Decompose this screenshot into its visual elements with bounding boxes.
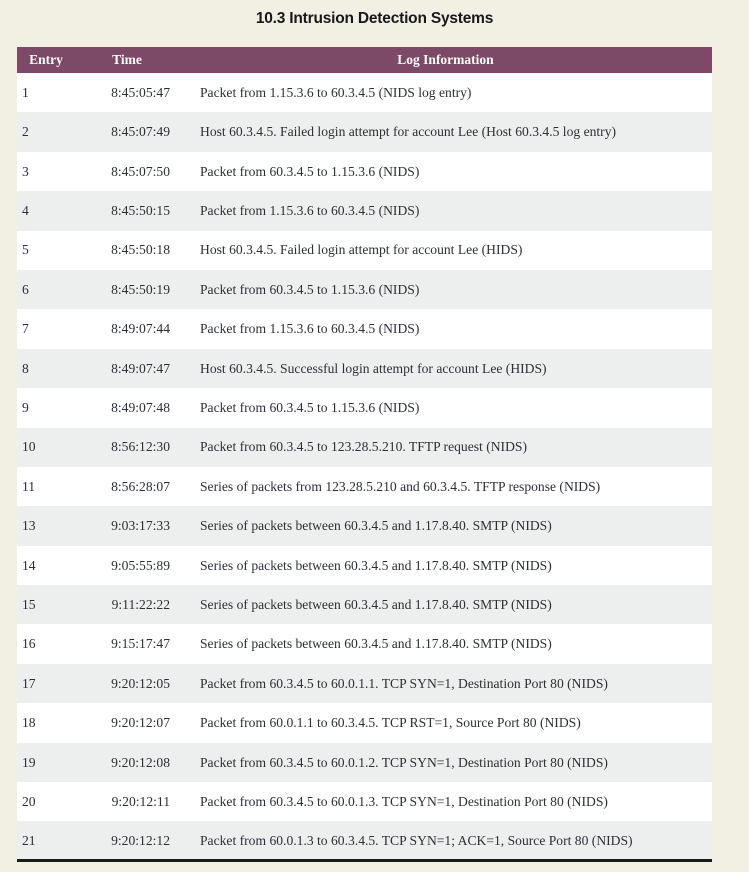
cell-entry: 2 — [22, 124, 29, 140]
table-row[interactable]: 20 9:20:12:11 Packet from 60.3.4.5 to 60.0… — [17, 782, 712, 822]
cell-entry: 8 — [22, 360, 29, 376]
cell-entry: 6 — [22, 281, 29, 297]
cell-log-information: Host 60.3.4.5. Failed login attempt for … — [200, 124, 617, 140]
cell-entry: 16 — [22, 636, 36, 652]
cell-entry: 13 — [22, 518, 36, 534]
table-row[interactable]: 19 9:20:12:08 Packet from 60.3.4.5 to 60.0… — [17, 742, 712, 783]
table-row[interactable]: 14 9:05:55:89 Series of packets between 60… — [17, 545, 712, 586]
page-title: 10.3 Intrusion Detection Systems — [255, 10, 494, 27]
cell-time: 9:20:12:08 — [111, 754, 170, 770]
table-row[interactable]: 10 8:56:12:30 Packet from 60.3.4.5 to 123.… — [17, 427, 712, 467]
cell-entry: 9 — [22, 400, 29, 415]
table-body: 1 8:45:05:47 Packet from 1.15.3.6 to 60.3.… — [17, 73, 712, 861]
cell-time: 8:49:07:47 — [111, 360, 170, 376]
cell-log-information: Packet from 1.15.3.6 to 60.3.4.5 (NIDS l… — [200, 84, 472, 100]
table-row[interactable]: 5 8:45:50:18 Host 60.3.4.5. Failed login a… — [17, 230, 712, 270]
cell-time: 8:49:07:48 — [111, 400, 170, 415]
cell-time: 8:45:50:19 — [111, 281, 170, 297]
cell-log-information: Packet from 60.0.1.1 to 60.3.4.5. TCP RS… — [200, 715, 581, 731]
table-row[interactable]: 6 8:45:50:19 Packet from 60.3.4.5 to 1.15.… — [17, 269, 712, 310]
cell-entry: 5 — [22, 242, 29, 258]
table-row[interactable]: 11 8:56:28:07 Series of packets from 123.2… — [17, 466, 712, 507]
table-row[interactable]: 15 9:11:22:22 Series of packets between 60… — [17, 585, 712, 625]
slide-page: 10.3 Intrusion Detection Systems Entry T… — [0, 0, 749, 872]
cell-entry: 10 — [22, 439, 36, 455]
table-row[interactable]: 16 9:15:17:47 Series of packets between 60… — [17, 624, 712, 664]
cell-log-information: Packet from 1.15.3.6 to 60.3.4.5 (NIDS) — [200, 203, 420, 219]
cell-log-information: Packet from 1.15.3.6 to 60.3.4.5 (NIDS) — [200, 321, 420, 337]
cell-log-information: Host 60.3.4.5. Successful login attempt … — [200, 360, 547, 376]
cell-entry: 20 — [22, 793, 36, 809]
table-row[interactable]: 21 9:20:12:12 Packet from 60.0.1.3 to 60.3… — [17, 821, 712, 861]
cell-entry: 15 — [22, 596, 36, 612]
cell-time: 9:20:12:11 — [111, 793, 170, 809]
cell-time: 8:56:12:30 — [111, 439, 170, 455]
table-row[interactable]: 8 8:49:07:47 Host 60.3.4.5. Successful log… — [17, 348, 712, 389]
cell-log-information: Series of packets between 60.3.4.5 and 1… — [200, 518, 552, 534]
table-row[interactable]: 1 8:45:05:47 Packet from 1.15.3.6 to 60.3.… — [17, 73, 712, 113]
cell-time: 9:03:17:33 — [111, 518, 170, 534]
cell-time: 9:20:12:05 — [111, 675, 170, 691]
cell-entry: 3 — [22, 163, 29, 179]
cell-log-information: Packet from 60.3.4.5 to 1.15.3.6 (NIDS) — [200, 281, 420, 297]
cell-log-information: Packet from 60.3.4.5 to 60.0.1.3. TCP SY… — [200, 793, 608, 809]
cell-entry: 4 — [22, 203, 29, 219]
cell-entry: 18 — [22, 715, 36, 731]
cell-time: 9:20:12:07 — [111, 715, 170, 731]
cell-log-information: Packet from 60.3.4.5 to 60.0.1.1. TCP SY… — [200, 675, 608, 691]
cell-log-information: Packet from 60.3.4.5 to 1.15.3.6 (NIDS) — [200, 400, 420, 415]
cell-entry: 7 — [22, 321, 29, 337]
table-row[interactable]: 3 8:45:07:50 Packet from 60.3.4.5 to 1.15.… — [17, 151, 712, 192]
cell-time: 8:45:50:18 — [111, 242, 170, 258]
cell-time: 8:45:05:47 — [111, 84, 170, 100]
cell-time: 9:15:17:47 — [111, 636, 170, 652]
cell-time: 9:05:55:89 — [111, 557, 170, 573]
column-header-entry[interactable]: Entry — [17, 47, 75, 73]
cell-log-information: Series of packets from 123.28.5.210 and … — [200, 478, 601, 494]
log-table-container: Entry Time Log Information 1 8:45:05:47 Pa… — [17, 47, 712, 863]
table-row[interactable]: 9 8:49:07:48 Packet from 60.3.4.5 to 1.15.… — [17, 388, 712, 428]
cell-time: 9:20:12:12 — [111, 832, 170, 848]
cell-log-information: Packet from 60.0.1.3 to 60.3.4.5. TCP SY… — [200, 832, 633, 848]
cell-entry: 1 — [22, 84, 29, 100]
cell-time: 9:11:22:22 — [111, 596, 170, 612]
table-header: Entry Time Log Information — [17, 47, 712, 73]
cell-entry: 14 — [22, 557, 36, 573]
table-row[interactable]: 2 8:45:07:49 Host 60.3.4.5. Failed login a… — [17, 112, 712, 152]
cell-log-information: Series of packets between 60.3.4.5 and 1… — [200, 557, 552, 573]
cell-log-information: Packet from 60.3.4.5 to 1.15.3.6 (NIDS) — [200, 163, 420, 179]
cell-entry: 11 — [22, 478, 36, 494]
column-header-time[interactable]: Time — [75, 47, 179, 73]
cell-time: 8:49:07:44 — [111, 321, 170, 337]
cell-log-information: Series of packets between 60.3.4.5 and 1… — [200, 596, 552, 612]
table-row[interactable]: 18 9:20:12:07 Packet from 60.0.1.1 to 60.3… — [17, 703, 712, 743]
cell-log-information: Host 60.3.4.5. Failed login attempt for … — [200, 242, 523, 258]
cell-entry: 19 — [22, 754, 36, 770]
cell-entry: 17 — [22, 675, 36, 691]
cell-log-information: Series of packets between 60.3.4.5 and 1… — [200, 636, 552, 652]
intrusion-log-table: Entry Time Log Information 1 8:45:05:47 Pa… — [17, 47, 712, 863]
cell-log-information: Packet from 60.3.4.5 to 123.28.5.210. TF… — [200, 439, 527, 455]
table-row[interactable]: 4 8:45:50:15 Packet from 1.15.3.6 to 60.3.… — [17, 191, 712, 231]
table-row[interactable]: 17 9:20:12:05 Packet from 60.3.4.5 to 60.0… — [17, 663, 712, 704]
cell-time: 8:45:50:15 — [111, 203, 170, 219]
table-row[interactable]: 13 9:03:17:33 Series of packets between 60… — [17, 506, 712, 546]
table-row[interactable]: 7 8:49:07:44 Packet from 1.15.3.6 to 60.3.… — [17, 309, 712, 349]
table-header-row: Entry Time Log Information — [17, 47, 712, 73]
cell-time: 8:45:07:49 — [111, 124, 170, 140]
cell-time: 8:45:07:50 — [111, 163, 170, 179]
cell-time: 8:56:28:07 — [111, 478, 170, 494]
column-header-log-information[interactable]: Log Information — [179, 47, 712, 73]
cell-entry: 21 — [22, 832, 36, 848]
cell-log-information: Packet from 60.3.4.5 to 60.0.1.2. TCP SY… — [200, 754, 608, 770]
